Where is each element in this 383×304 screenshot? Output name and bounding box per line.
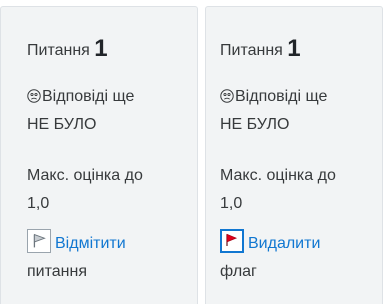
question-number: 1 (94, 35, 108, 62)
grade-line-2: 1,0 (220, 195, 243, 212)
question-info-card-unflagged: Питання 1 Відповіді ще НЕ БУЛО Макс. оці… (0, 6, 198, 304)
status-line-2: НЕ БУЛО (27, 116, 97, 133)
flag-link-line-1[interactable]: Відмітити (55, 235, 126, 252)
max-grade: Макс. оцінка до 1,0 (27, 162, 143, 218)
sad-face-icon (220, 89, 234, 103)
remove-flag-link[interactable]: Видалити флаг (220, 229, 320, 286)
flag-link-line-2[interactable]: флаг (220, 263, 257, 280)
question-info-card-flagged: Питання 1 Відповіді ще НЕ БУЛО Макс. оці… (205, 6, 383, 304)
status-line-1: Відповіді ще (235, 88, 328, 105)
max-grade: Макс. оцінка до 1,0 (220, 162, 336, 218)
grade-line-1: Макс. оцінка до (220, 167, 336, 184)
flag-outline-icon[interactable] (27, 229, 51, 253)
grade-line-2: 1,0 (27, 195, 50, 212)
question-title: Питання 1 (27, 35, 108, 63)
flag-red-icon[interactable] (220, 229, 244, 253)
flag-question-link[interactable]: Відмітити питання (27, 229, 126, 286)
question-number: 1 (287, 35, 301, 62)
status-line-1: Відповіді ще (42, 88, 135, 105)
question-title: Питання 1 (220, 35, 301, 63)
question-status: Відповіді ще НЕ БУЛО (220, 83, 327, 139)
question-title-prefix: Питання (220, 42, 283, 59)
sad-face-icon (27, 89, 41, 103)
question-title-prefix: Питання (27, 42, 90, 59)
status-line-2: НЕ БУЛО (220, 116, 290, 133)
grade-line-1: Макс. оцінка до (27, 167, 143, 184)
flag-link-line-1[interactable]: Видалити (248, 235, 320, 252)
flag-link-line-2[interactable]: питання (27, 263, 87, 280)
question-status: Відповіді ще НЕ БУЛО (27, 83, 134, 139)
